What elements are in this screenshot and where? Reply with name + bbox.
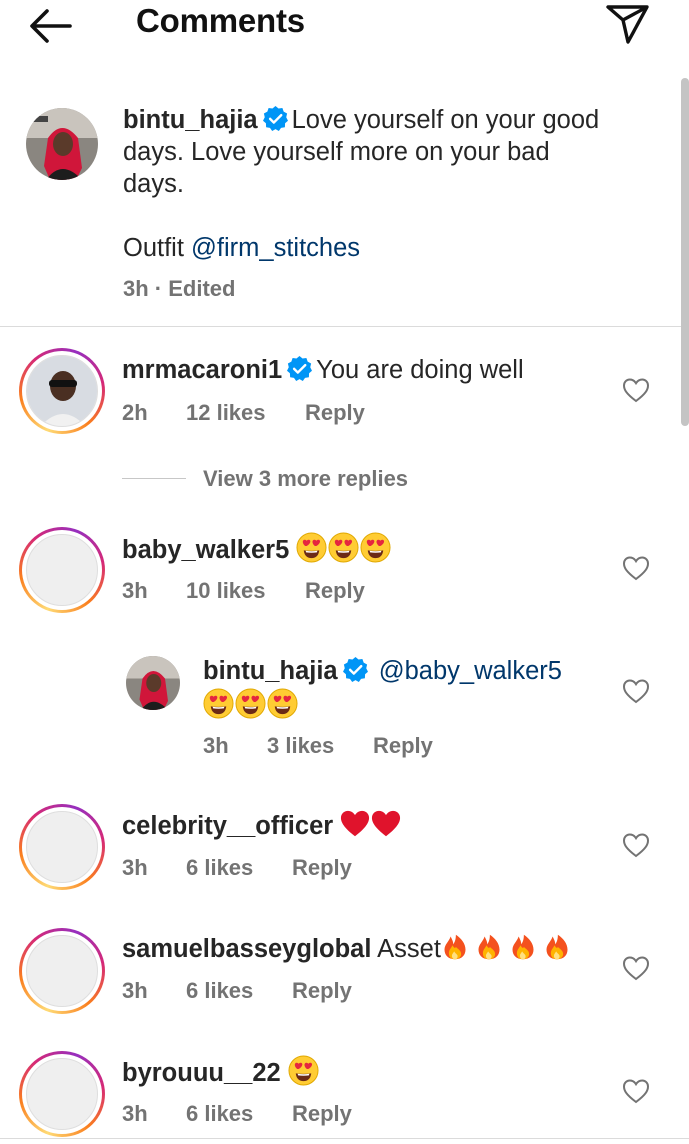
verified-badge-icon — [286, 355, 313, 382]
heart-eyes-emoji-icon — [288, 1055, 319, 1086]
reply-text-line: bintu_hajia @baby_walker5 — [203, 655, 562, 687]
comment-username[interactable]: baby_walker5 — [122, 536, 289, 564]
comment-body: Asset — [377, 935, 441, 963]
comment-text-line: baby_walker5 — [122, 532, 392, 566]
fire-emoji-icon — [543, 932, 571, 962]
comment-likes[interactable]: 6 likes — [186, 1101, 253, 1127]
back-button[interactable] — [28, 8, 74, 44]
caption-text: bintu_hajia Love yourself on your good da… — [123, 104, 643, 264]
caption-line-1: Love yourself on your good — [291, 106, 600, 134]
avatar-placeholder — [26, 811, 98, 883]
comment-avatar[interactable] — [19, 527, 105, 613]
bottom-divider — [0, 1138, 689, 1139]
page-title: Comments — [136, 2, 305, 39]
share-button[interactable] — [604, 4, 650, 44]
heart-eyes-emoji-icon — [328, 532, 359, 563]
arrow-left-icon — [30, 9, 72, 43]
comment-username[interactable]: byrouuu__22 — [122, 1059, 281, 1087]
comment-text-line: byrouuu__22 — [122, 1055, 320, 1089]
comment-time: 3h — [122, 855, 148, 880]
heart-eyes-emoji-icon — [267, 688, 298, 719]
comment-time: 3h — [122, 978, 148, 1003]
comment-avatar[interactable] — [19, 928, 105, 1014]
divider — [0, 326, 681, 327]
reply-username[interactable]: bintu_hajia — [203, 657, 338, 685]
heart-eyes-emoji-icon — [296, 532, 327, 563]
caption-outfit-label: Outfit — [123, 234, 184, 262]
caption-avatar[interactable] — [26, 108, 98, 180]
comment-time: 3h — [122, 578, 148, 603]
comment-likes[interactable]: 6 likes — [186, 855, 253, 881]
like-heart-icon[interactable] — [622, 678, 650, 704]
paper-plane-icon — [606, 5, 649, 44]
avatar-image — [27, 356, 97, 426]
comment-text-line: celebrity__officer — [122, 809, 402, 842]
comment-avatar[interactable] — [19, 1051, 105, 1137]
reply-emojis — [203, 688, 299, 722]
comment-time: 2h — [122, 400, 148, 425]
caption-meta: 3h · Edited — [123, 276, 236, 301]
avatar-placeholder — [26, 534, 98, 606]
reply-button[interactable]: Reply — [292, 855, 352, 881]
reply-mention[interactable]: @baby_walker5 — [379, 657, 562, 685]
caption-username[interactable]: bintu_hajia — [123, 106, 258, 134]
comment-username[interactable]: mrmacaroni1 — [122, 356, 282, 384]
avatar-placeholder — [26, 935, 98, 1007]
comment-time: 3h — [122, 1101, 148, 1126]
view-more-replies-button[interactable]: View 3 more replies — [203, 466, 408, 492]
avatar-image — [26, 108, 98, 180]
red-heart-emoji-icon — [371, 809, 401, 839]
comment-text-line: samuelbasseyglobal Asset — [122, 932, 572, 965]
reply-button[interactable]: Reply — [292, 1101, 352, 1127]
reply-likes[interactable]: 3 likes — [267, 733, 334, 759]
comment-username[interactable]: samuelbasseyglobal — [122, 935, 371, 963]
like-heart-icon[interactable] — [622, 555, 650, 581]
avatar-placeholder — [26, 1058, 98, 1130]
reply-button[interactable]: Reply — [305, 400, 365, 426]
red-heart-emoji-icon — [340, 809, 370, 839]
like-heart-icon[interactable] — [622, 955, 650, 981]
fire-emoji-icon — [509, 932, 537, 962]
comment-likes[interactable]: 12 likes — [186, 400, 266, 426]
reply-button[interactable]: Reply — [373, 733, 433, 759]
reply-avatar[interactable] — [126, 656, 180, 710]
heart-eyes-emoji-icon — [235, 688, 266, 719]
comment-text-line: mrmacaroni1 You are doing well — [122, 354, 524, 386]
fire-emoji-icon — [441, 932, 469, 962]
comment-avatar[interactable] — [19, 804, 105, 890]
comment-likes[interactable]: 6 likes — [186, 978, 253, 1004]
avatar-image — [126, 656, 180, 710]
caption-mention[interactable]: @firm_stitches — [191, 234, 360, 262]
like-heart-icon[interactable] — [622, 832, 650, 858]
heart-eyes-emoji-icon — [360, 532, 391, 563]
comment-likes[interactable]: 10 likes — [186, 578, 266, 604]
view-replies-line — [122, 478, 186, 479]
reply-button[interactable]: Reply — [305, 578, 365, 604]
verified-badge-icon — [342, 656, 369, 683]
like-heart-icon[interactable] — [622, 377, 650, 403]
scrollbar[interactable] — [681, 78, 689, 426]
like-heart-icon[interactable] — [622, 1078, 650, 1104]
reply-button[interactable]: Reply — [292, 978, 352, 1004]
comment-username[interactable]: celebrity__officer — [122, 812, 333, 840]
reply-time: 3h — [203, 733, 229, 758]
comment-body: You are doing well — [316, 356, 524, 384]
caption-line-2: days. Love yourself more on your bad — [123, 138, 550, 166]
verified-badge-icon — [262, 105, 289, 132]
heart-eyes-emoji-icon — [203, 688, 234, 719]
caption-line-3: days. — [123, 170, 184, 198]
comment-avatar[interactable] — [19, 348, 105, 434]
fire-emoji-icon — [475, 932, 503, 962]
